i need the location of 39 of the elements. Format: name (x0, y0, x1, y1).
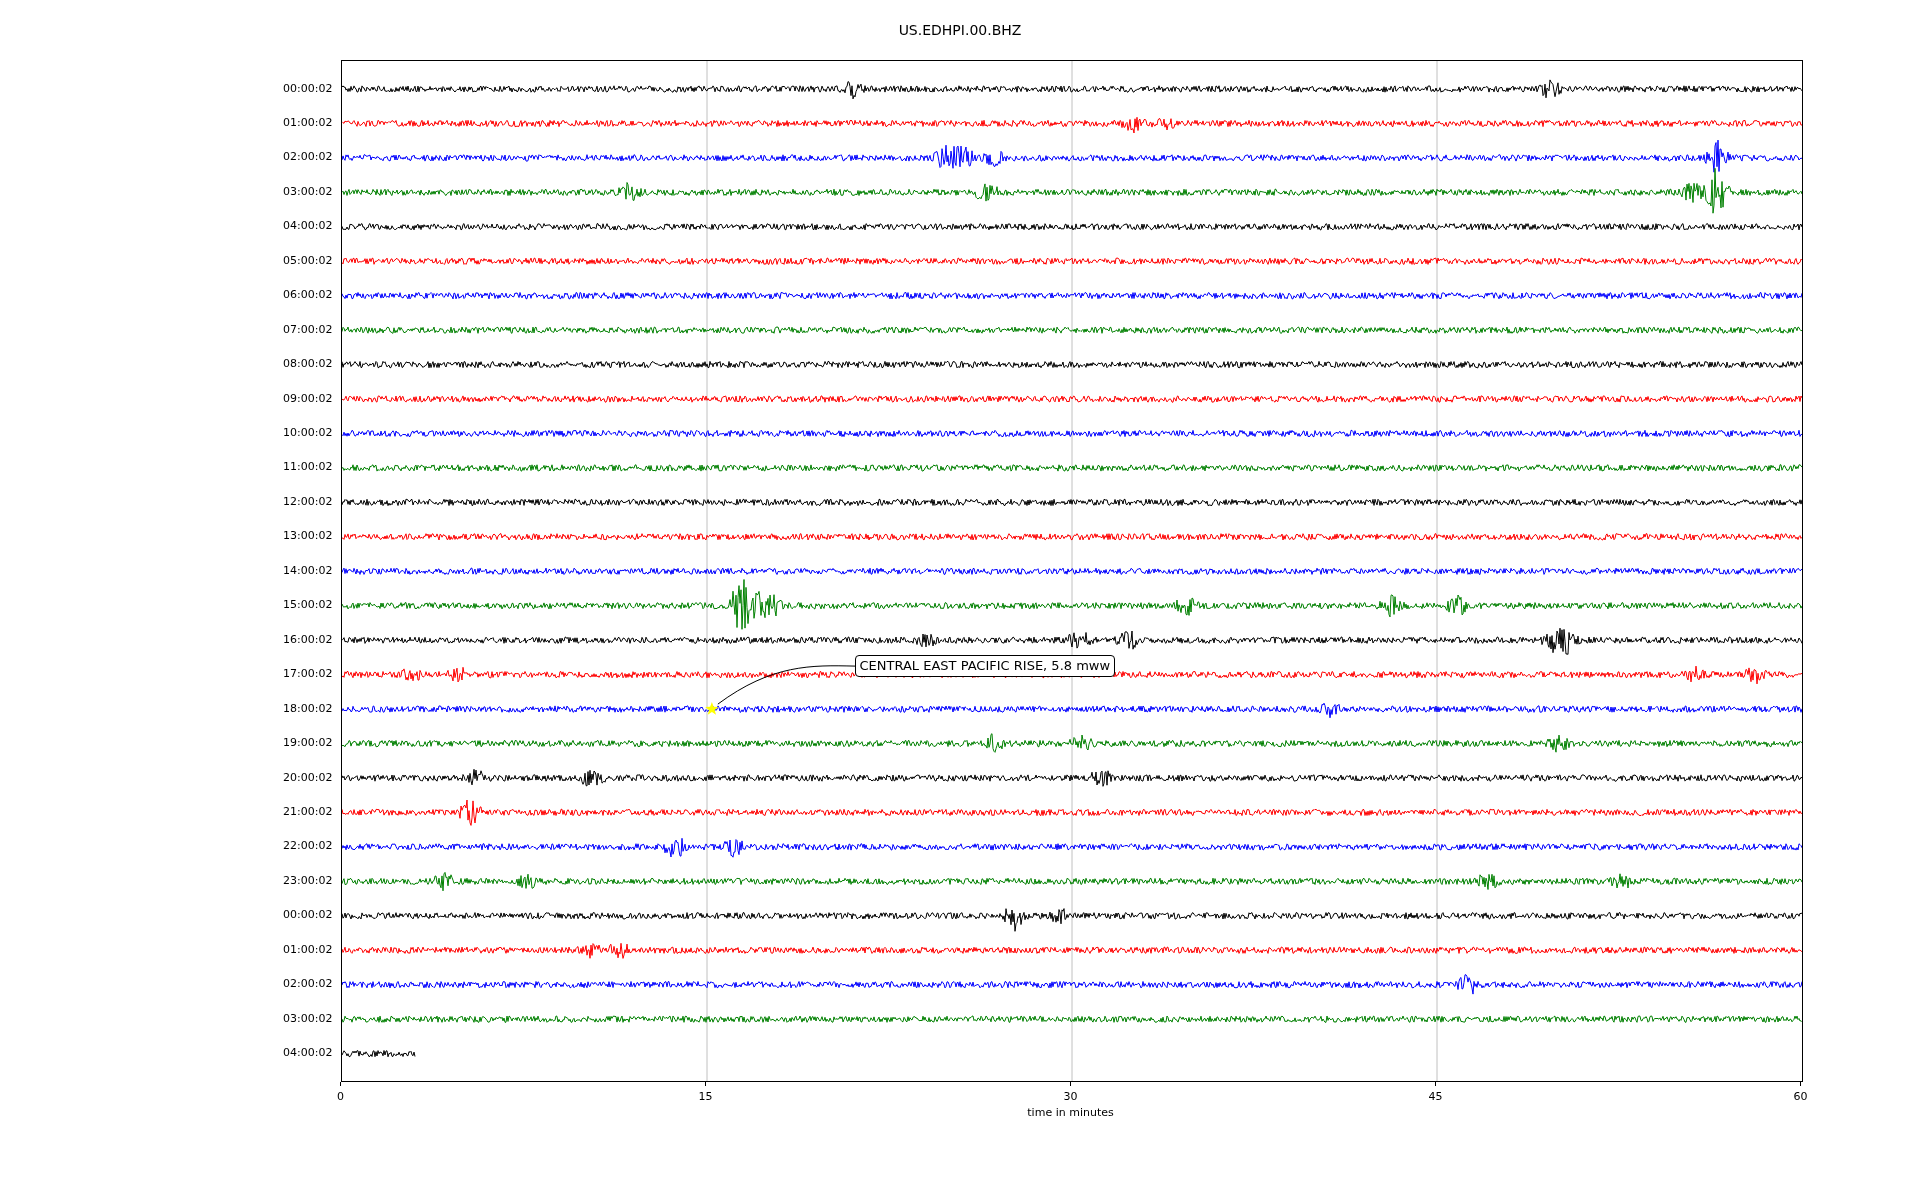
row-time-label: 23:00:02 (283, 873, 333, 887)
x-tick-label: 45 (1428, 1090, 1443, 1103)
row-time-label: 06:00:02 (283, 288, 333, 302)
row-time-label: 03:00:02 (283, 1011, 333, 1025)
row-time-label: 15:00:02 (283, 598, 333, 612)
star-icon (704, 702, 718, 715)
row-time-label: 01:00:02 (283, 942, 333, 956)
x-axis-label: time in minutes (1026, 1106, 1115, 1119)
row-time-label: 04:00:02 (283, 219, 333, 233)
row-time-label: 14:00:02 (283, 563, 333, 577)
x-tick-label: 15 (698, 1090, 713, 1103)
tick-mark (340, 1082, 341, 1086)
row-time-label: 21:00:02 (283, 804, 333, 818)
row-time-label: 09:00:02 (283, 391, 333, 405)
row-time-label: 01:00:02 (283, 115, 333, 129)
row-time-label: 12:00:02 (283, 494, 333, 508)
event-annotation: CENTRAL EAST PACIFIC RISE, 5.8 mww (854, 655, 1116, 677)
row-time-label: 03:00:02 (283, 184, 333, 198)
row-time-label: 07:00:02 (283, 322, 333, 336)
row-time-label: 11:00:02 (283, 460, 333, 474)
x-tick-label: 30 (1063, 1090, 1078, 1103)
row-time-label: 13:00:02 (283, 529, 333, 543)
x-tick-label: 0 (337, 1090, 344, 1103)
row-time-label: 10:00:02 (283, 426, 333, 439)
row-time-label: 22:00:02 (283, 839, 333, 853)
row-time-label: 04:00:02 (283, 1046, 333, 1060)
row-time-label: 00:00:02 (283, 81, 333, 95)
row-time-label: 05:00:02 (283, 253, 333, 267)
row-time-label: 17:00:02 (283, 667, 333, 681)
row-time-label: 00:00:02 (283, 908, 333, 922)
row-time-label: 08:00:02 (283, 357, 333, 371)
row-time-label: 19:00:02 (283, 736, 333, 750)
row-time-label: 16:00:02 (283, 632, 333, 646)
row-time-label: 18:00:02 (283, 701, 333, 715)
chart-title: US.EDHPI.00.BHZ (898, 21, 1022, 39)
row-time-label: 02:00:02 (283, 977, 333, 991)
row-time-label: 20:00:02 (283, 770, 333, 784)
row-time-label: 02:00:02 (283, 150, 333, 164)
x-tick-label: 60 (1793, 1090, 1808, 1103)
